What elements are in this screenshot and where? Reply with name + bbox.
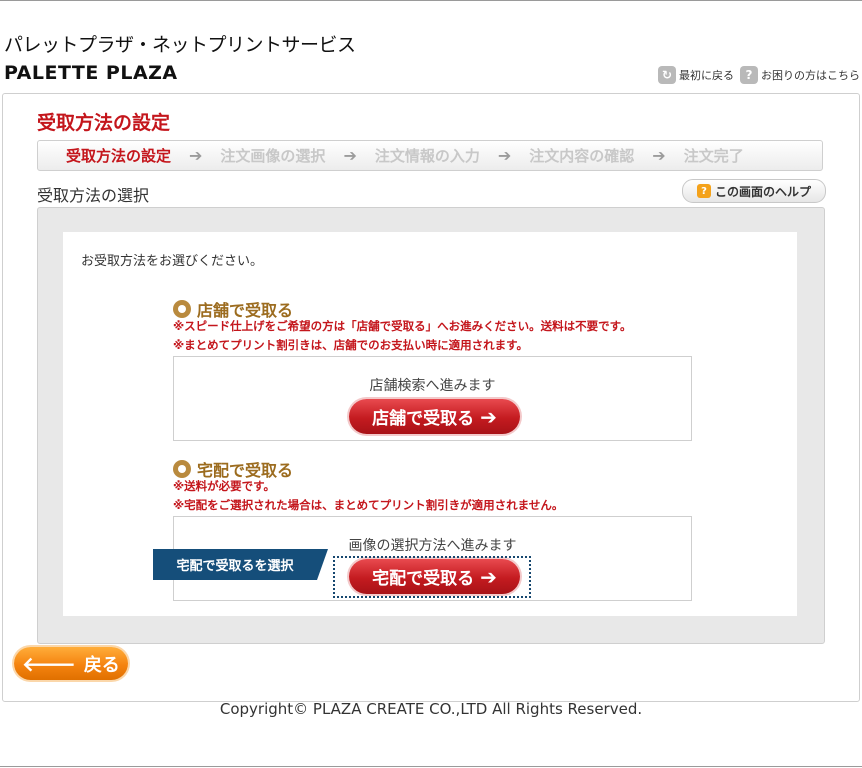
back-button-label: 戻る: [83, 654, 120, 676]
screen-help-label: この画面のヘルプ: [714, 184, 811, 199]
return-to-start-label: 最初に戻る: [679, 69, 734, 82]
store-pickup-note-2: ※まとめてプリント割引きは、店舗でのお支払い時に適用されます。: [173, 338, 529, 352]
back-button[interactable]: 🡐 戻る: [14, 647, 128, 680]
arrow-right-icon: ➔: [480, 404, 497, 429]
step-select-images: 注文画像の選択: [220, 147, 326, 165]
focus-ring: [333, 556, 531, 598]
help-link-label: お困りの方はこちら: [761, 69, 860, 82]
return-icon: ↻: [658, 66, 676, 84]
screen-help-button[interactable]: ? この画面のヘルプ: [682, 179, 826, 203]
step-confirm: 注文内容の確認: [529, 147, 635, 165]
header-links: ↻ 最初に戻る ? お困りの方はこちら: [652, 66, 860, 84]
logo: PALETTE PLAZA: [4, 62, 178, 84]
question-icon: ?: [740, 66, 758, 84]
return-to-start-link[interactable]: ↻ 最初に戻る: [658, 66, 734, 84]
store-pickup-box-text: 店舗検索へ進みます: [369, 378, 496, 394]
store-pickup-button-label: 店舗で受取る: [372, 409, 475, 429]
site-name: パレットプラザ・ネットプリントサービス: [4, 34, 356, 56]
step-arrow-icon: ➔: [497, 146, 512, 165]
arrow-left-icon: 🡐: [22, 651, 76, 676]
home-delivery-note-2: ※宅配をご選択された場合は、まとめてプリント割引きが適用されません。: [173, 498, 564, 512]
radio-bullet-icon: [173, 460, 191, 478]
step-arrow-icon: ➔: [343, 146, 357, 165]
step-complete: 注文完了: [683, 147, 744, 165]
store-pickup-button[interactable]: 店舗で受取る ➔: [349, 399, 520, 434]
copyright: Copyright© PLAZA CREATE CO.,LTD All Righ…: [219, 700, 643, 718]
bottom-rule: [0, 766, 862, 767]
question-icon: ?: [696, 184, 711, 198]
step-arrow-icon: ➔: [189, 146, 203, 165]
step-progress: 受取方法の設定 ➔ 注文画像の選択 ➔ 注文情報の入力 ➔ 注文内容の確認 ➔ …: [37, 140, 823, 171]
page-title: 受取方法の設定: [37, 112, 171, 134]
step-receive-method: 受取方法の設定: [66, 147, 172, 165]
section-title: 受取方法の選択: [37, 186, 150, 205]
store-pickup-note-1: ※スピード仕上げをご希望の方は「店舗で受取る」へお進みください。送料は不要です。: [173, 319, 632, 333]
top-rule: [0, 0, 862, 1]
step-order-info: 注文情報の入力: [374, 147, 480, 165]
step-arrow-icon: ➔: [652, 146, 666, 165]
instruction-text: お受取方法をお選びください。: [81, 254, 264, 269]
tooltip-text: 宅配で受取るを選択: [176, 559, 294, 574]
help-link[interactable]: ? お困りの方はこちら: [740, 66, 860, 84]
home-delivery-note-1: ※送料が必要です。: [173, 479, 276, 493]
home-delivery-tooltip: 宅配で受取るを選択: [153, 549, 328, 580]
radio-bullet-icon: [173, 300, 191, 318]
